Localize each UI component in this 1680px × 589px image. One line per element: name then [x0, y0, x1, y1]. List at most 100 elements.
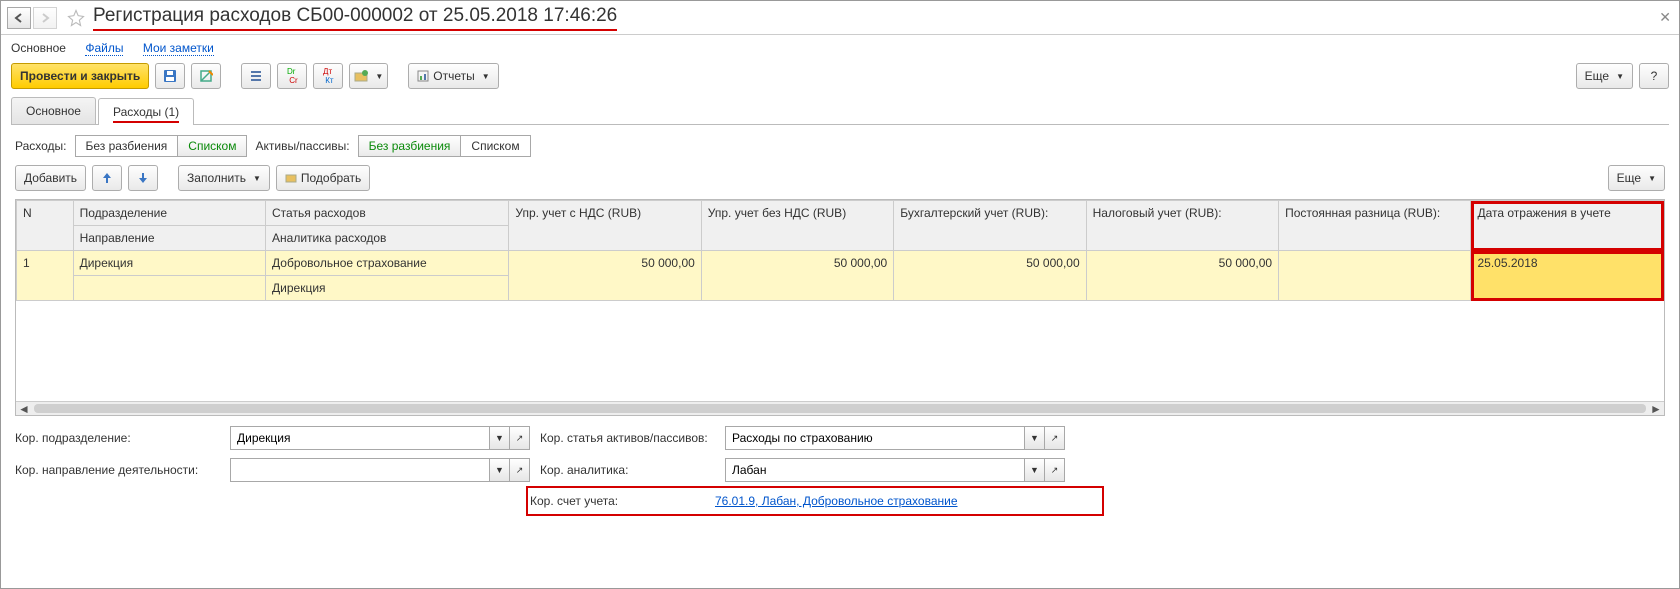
col-subdivision[interactable]: Подразделение — [73, 201, 265, 226]
open-ref-button[interactable]: ↗ — [1045, 426, 1065, 450]
expenses-nosplit-button[interactable]: Без разбиения — [75, 135, 179, 157]
page-title: Регистрация расходов СБ00-000002 от 25.0… — [93, 5, 617, 31]
assets-list-button[interactable]: Списком — [461, 135, 530, 157]
col-mgmt-vat[interactable]: Упр. учет с НДС (RUB) — [509, 201, 701, 251]
help-button[interactable]: ? — [1639, 63, 1669, 89]
corr-subdivision-label: Кор. подразделение: — [15, 431, 230, 445]
dropdown-button[interactable]: ▼ — [1025, 426, 1045, 450]
corr-subdivision-input[interactable] — [230, 426, 490, 450]
favorite-star-icon[interactable] — [67, 9, 85, 27]
open-ref-button[interactable]: ↗ — [510, 426, 530, 450]
cell-date[interactable]: 25.05.2018 — [1471, 251, 1664, 301]
tab-expenses-label: Расходы (1) — [113, 105, 179, 123]
caret-down-icon: ▼ — [375, 72, 383, 81]
expenses-list-button[interactable]: Списком — [178, 135, 247, 157]
cell-n: 1 — [17, 251, 74, 301]
tab-main[interactable]: Основное — [11, 97, 96, 124]
more-button[interactable]: Еще▼ — [1576, 63, 1633, 89]
corr-account-label: Кор. счет учета: — [530, 494, 715, 508]
corr-analytics-input[interactable] — [725, 458, 1025, 482]
structure-button[interactable] — [241, 63, 271, 89]
col-direction[interactable]: Направление — [73, 226, 265, 251]
cell-perm-diff[interactable] — [1279, 251, 1471, 301]
open-ref-button[interactable]: ↗ — [510, 458, 530, 482]
move-down-button[interactable] — [128, 165, 158, 191]
section-link-notes[interactable]: Мои заметки — [143, 41, 214, 56]
filter-assets-label: Активы/пассивы: — [255, 139, 349, 153]
add-row-button[interactable]: Добавить — [15, 165, 86, 191]
pick-label: Подобрать — [301, 171, 361, 185]
scroll-thumb[interactable] — [34, 404, 1646, 413]
cell-mgmt-vat[interactable]: 50 000,00 — [509, 251, 701, 301]
section-links: Основное Файлы Мои заметки — [1, 35, 1679, 63]
table-more-label: Еще — [1617, 171, 1641, 185]
folder-icon — [285, 172, 297, 184]
arrow-left-icon — [14, 13, 24, 23]
post-button[interactable] — [191, 63, 221, 89]
scroll-left-icon[interactable]: ◄ — [16, 402, 32, 416]
folder-plus-icon — [354, 69, 368, 83]
arrow-right-icon — [40, 13, 50, 23]
dropdown-button[interactable]: ▼ — [1025, 458, 1045, 482]
assets-nosplit-button[interactable]: Без разбиения — [358, 135, 462, 157]
dropdown-button[interactable]: ▼ — [490, 426, 510, 450]
cell-acc[interactable]: 50 000,00 — [894, 251, 1086, 301]
caret-down-icon: ▼ — [253, 174, 261, 183]
corr-analytics-label: Кор. аналитика: — [540, 463, 725, 477]
col-tax[interactable]: Налоговый учет (RUB): — [1086, 201, 1278, 251]
corr-direction-input[interactable] — [230, 458, 490, 482]
cell-mgmt-novat[interactable]: 50 000,00 — [701, 251, 893, 301]
tab-expenses[interactable]: Расходы (1) — [98, 98, 194, 125]
cell-subdivision[interactable]: Дирекция — [73, 251, 265, 276]
nav-forward-button — [33, 7, 57, 29]
help-icon: ? — [1651, 69, 1658, 83]
corr-direction-field[interactable]: ▼ ↗ — [230, 458, 530, 482]
corr-analytics-field[interactable]: ▼ ↗ — [725, 458, 1065, 482]
horizontal-scrollbar[interactable]: ◄ ► — [16, 401, 1664, 415]
post-icon — [199, 69, 213, 83]
dt-kt-button[interactable]: Дт Кт — [313, 63, 343, 89]
corr-article-field[interactable]: ▼ ↗ — [725, 426, 1065, 450]
cell-analytics[interactable]: Дирекция — [266, 276, 509, 301]
col-acc[interactable]: Бухгалтерский учет (RUB): — [894, 201, 1086, 251]
caret-down-icon: ▼ — [482, 72, 490, 81]
pick-button[interactable]: Подобрать — [276, 165, 370, 191]
debit-credit-button[interactable]: Dr Cr — [277, 63, 307, 89]
col-n[interactable]: N — [17, 201, 74, 251]
cell-tax[interactable]: 50 000,00 — [1086, 251, 1278, 301]
post-and-close-button[interactable]: Провести и закрыть — [11, 63, 149, 89]
cell-article[interactable]: Добровольное страхование — [266, 251, 509, 276]
move-up-button[interactable] — [92, 165, 122, 191]
table-more-button[interactable]: Еще▼ — [1608, 165, 1665, 191]
col-mgmt-novat[interactable]: Упр. учет без НДС (RUB) — [701, 201, 893, 251]
expenses-table: N Подразделение Статья расходов Упр. уче… — [15, 199, 1665, 416]
col-analytics[interactable]: Аналитика расходов — [266, 226, 509, 251]
corr-subdivision-field[interactable]: ▼ ↗ — [230, 426, 530, 450]
content-tabs: Основное Расходы (1) — [11, 97, 1669, 125]
corr-article-input[interactable] — [725, 426, 1025, 450]
caret-down-icon: ▼ — [1616, 72, 1624, 81]
fill-label: Заполнить — [187, 171, 246, 185]
table-row[interactable]: 1 Дирекция Добровольное страхование 50 0… — [17, 251, 1664, 276]
section-link-files[interactable]: Файлы — [85, 41, 123, 56]
col-date[interactable]: Дата отражения в учете — [1471, 201, 1664, 251]
list-icon — [249, 69, 263, 83]
tab-main-label: Основное — [26, 104, 81, 118]
nav-back-button[interactable] — [7, 7, 31, 29]
close-button[interactable]: ✕ — [1659, 9, 1671, 26]
reports-button[interactable]: Отчеты▼ — [408, 63, 498, 89]
cell-direction[interactable] — [73, 276, 265, 301]
report-icon — [417, 70, 429, 82]
fill-button[interactable]: Заполнить ▼ — [178, 165, 270, 191]
save-button[interactable] — [155, 63, 185, 89]
dropdown-button[interactable]: ▼ — [490, 458, 510, 482]
table-empty-area[interactable] — [16, 301, 1664, 401]
corr-account-link[interactable]: 76.01.9, Лабан, Добровольное страхование — [715, 494, 958, 508]
corr-article-label: Кор. статья активов/пассивов: — [540, 431, 725, 445]
section-link-main[interactable]: Основное — [11, 41, 66, 55]
scroll-right-icon[interactable]: ► — [1648, 402, 1664, 416]
col-perm-diff[interactable]: Постоянная разница (RUB): — [1279, 201, 1471, 251]
open-ref-button[interactable]: ↗ — [1045, 458, 1065, 482]
create-based-on-button[interactable]: ▼ — [349, 63, 388, 89]
col-article[interactable]: Статья расходов — [266, 201, 509, 226]
